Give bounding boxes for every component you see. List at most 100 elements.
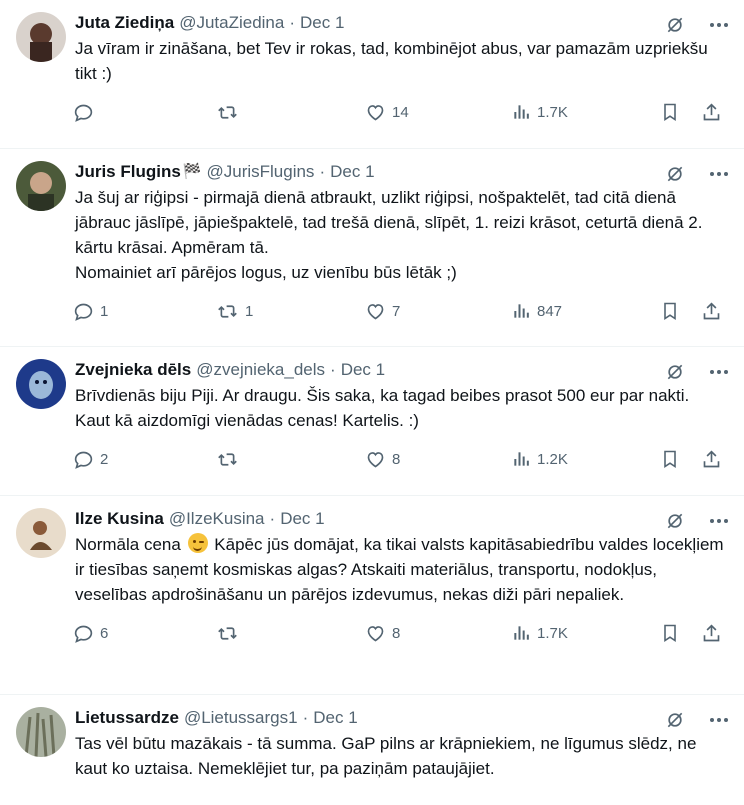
tweet[interactable]: Juris Flugins 🏁 @JurisFlugins · Dec 1 Ja…	[0, 149, 744, 347]
author-handle[interactable]: @IlzeKusina	[169, 508, 265, 530]
views-icon	[514, 304, 529, 318]
tweet-date[interactable]: Dec 1	[280, 508, 324, 530]
retweet-count: 1	[245, 303, 254, 320]
tweet[interactable]: Juta Ziediņa @JutaZiedina · Dec 1 Ja vīr…	[0, 0, 744, 149]
share-icon	[703, 624, 720, 642]
reply-count: 2	[100, 451, 109, 468]
checkered-flag-emoji: 🏁	[182, 163, 202, 180]
like-button[interactable]: 14	[365, 102, 409, 123]
tweet-actions: 2 8 1.2K	[73, 439, 728, 483]
share-icon	[703, 302, 720, 320]
share-button[interactable]	[701, 623, 722, 644]
reply-button[interactable]: 2	[73, 449, 108, 470]
like-count: 8	[392, 451, 401, 468]
bookmark-button[interactable]	[660, 102, 680, 122]
like-button[interactable]: 7	[365, 301, 400, 322]
views-button[interactable]: 1.2K	[511, 449, 568, 469]
separator-dot: ·	[330, 360, 336, 379]
tweet-actions: 1 1 7 847	[73, 291, 728, 335]
share-button[interactable]	[701, 102, 722, 123]
heart-icon	[367, 105, 384, 121]
reply-icon	[74, 104, 93, 122]
views-icon	[514, 626, 529, 640]
author-handle[interactable]: @JutaZiedina	[179, 12, 284, 34]
grok-icon[interactable]	[664, 510, 686, 532]
bookmark-icon	[664, 624, 676, 642]
tweet-text: Tas vēl būtu mazākais - tā summa. GaP pi…	[75, 734, 697, 778]
like-count: 14	[392, 104, 409, 121]
author-handle[interactable]: @JurisFlugins	[206, 161, 314, 183]
like-count: 7	[392, 303, 401, 320]
views-icon	[514, 452, 529, 466]
author-name[interactable]: Zvejnieka dēls	[75, 359, 191, 381]
separator-dot: ·	[302, 708, 309, 727]
views-button[interactable]: 1.7K	[511, 102, 568, 122]
reply-button[interactable]	[73, 102, 100, 123]
avatar[interactable]	[16, 161, 66, 211]
reply-icon	[74, 451, 93, 469]
retweet-button[interactable]	[216, 102, 245, 123]
tweet[interactable]: Lietussardze @Lietussargs1 · Dec 1 Tas v…	[0, 695, 744, 805]
tweet-text: Brīvdienās biju Piji. Ar draugu. Šis sak…	[75, 386, 690, 430]
heart-icon	[367, 452, 384, 468]
heart-icon	[367, 626, 384, 642]
share-icon	[703, 103, 720, 121]
tweet-text: Ja vīram ir zināšana, bet Tev ir rokas, …	[75, 39, 708, 83]
tweet-actions: 6 8 1.7K	[73, 613, 728, 657]
share-button[interactable]	[701, 301, 722, 322]
more-icon[interactable]	[708, 709, 730, 731]
like-count: 8	[392, 625, 401, 642]
grok-icon[interactable]	[664, 709, 686, 731]
like-button[interactable]: 8	[365, 449, 400, 470]
reply-button[interactable]: 6	[73, 623, 108, 644]
tweet[interactable]: Zvejnieka dēls @zvejnieka_dels · Dec 1 B…	[0, 347, 744, 496]
separator-dot: ·	[269, 509, 276, 528]
tweet-date[interactable]: Dec 1	[341, 359, 385, 381]
views-count: 847	[537, 302, 563, 320]
tweet[interactable]: Ilze Kusina @IlzeKusina · Dec 1 Normāla …	[0, 496, 744, 695]
views-count: 1.2K	[537, 450, 568, 468]
share-button[interactable]	[701, 449, 722, 470]
tweet-feed: Juta Ziediņa @JutaZiedina · Dec 1 Ja vīr…	[0, 0, 744, 805]
author-handle[interactable]: @Lietussargs1	[184, 707, 298, 729]
reply-count: 1	[100, 303, 109, 320]
separator-dot: ·	[289, 13, 296, 32]
author-name[interactable]: Lietussardze	[75, 707, 179, 729]
tweet-text: Ja šuj ar riģipsi - pirmajā dienā atbrau…	[75, 188, 703, 282]
author-name[interactable]: Juta Ziediņa	[75, 12, 174, 34]
more-icon[interactable]	[708, 361, 730, 383]
heart-icon	[367, 304, 384, 320]
tweet-date[interactable]: Dec 1	[300, 12, 344, 34]
retweet-icon	[218, 305, 237, 318]
bookmark-button[interactable]	[660, 449, 680, 469]
avatar[interactable]	[16, 359, 66, 409]
winking-face-icon	[187, 533, 208, 553]
grok-icon[interactable]	[664, 163, 686, 185]
views-icon	[514, 105, 529, 119]
grok-icon[interactable]	[664, 361, 686, 383]
reply-button[interactable]: 1	[73, 301, 108, 322]
bookmark-button[interactable]	[660, 301, 680, 321]
bookmark-button[interactable]	[660, 623, 680, 643]
retweet-button[interactable]	[216, 623, 245, 644]
avatar[interactable]	[16, 12, 66, 62]
views-button[interactable]: 847	[511, 301, 562, 321]
more-icon[interactable]	[708, 163, 730, 185]
tweet-date[interactable]: Dec 1	[330, 161, 374, 183]
retweet-button[interactable]: 1	[216, 301, 253, 322]
tweet-date[interactable]: Dec 1	[313, 707, 357, 729]
author-handle[interactable]: @zvejnieka_dels	[196, 359, 325, 381]
grok-icon[interactable]	[664, 14, 686, 36]
like-button[interactable]: 8	[365, 623, 400, 644]
avatar[interactable]	[16, 508, 66, 558]
retweet-button[interactable]	[216, 449, 245, 470]
author-name[interactable]: Ilze Kusina	[75, 508, 164, 530]
views-button[interactable]: 1.7K	[511, 623, 568, 643]
avatar[interactable]	[16, 707, 66, 757]
more-icon[interactable]	[708, 14, 730, 36]
author-name[interactable]: Juris Flugins	[75, 161, 181, 183]
more-icon[interactable]	[708, 510, 730, 532]
bookmark-icon	[664, 450, 676, 468]
tweet-text: Normāla cena Kāpēc jūs domājat, ka tikai…	[75, 532, 728, 607]
share-icon	[703, 450, 720, 468]
